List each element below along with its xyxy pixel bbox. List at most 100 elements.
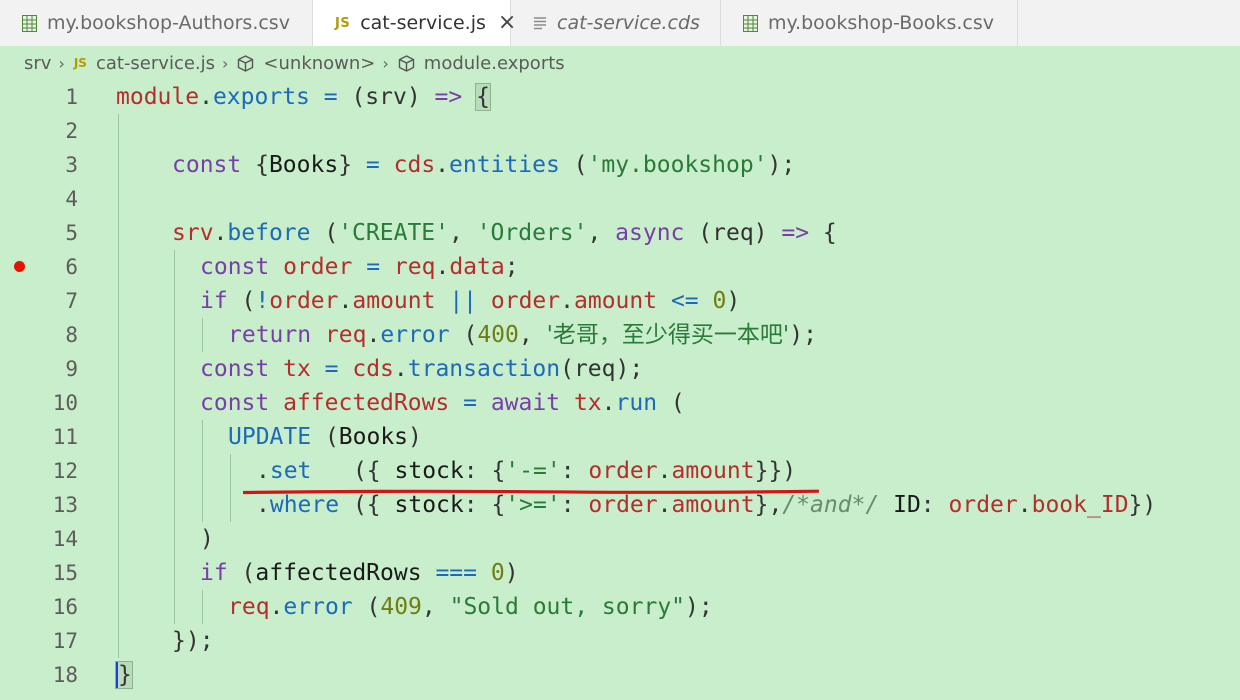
code-text: if (affectedRows === 0) bbox=[200, 560, 519, 586]
line-number: 5 bbox=[65, 221, 78, 245]
code-line[interactable]: 18 } bbox=[0, 658, 1240, 692]
indent-guide bbox=[174, 352, 175, 386]
indent-guide bbox=[174, 590, 175, 624]
line-number: 12 bbox=[52, 459, 78, 483]
tab-label: my.bookshop-Authors.csv bbox=[47, 12, 290, 34]
code-line[interactable]: 10 const affectedRows = await tx.run ( bbox=[0, 386, 1240, 420]
line-number: 13 bbox=[52, 493, 78, 517]
indent-guide bbox=[174, 284, 175, 318]
code-line[interactable]: 15 if (affectedRows === 0) bbox=[0, 556, 1240, 590]
code-text: req.error (409, "Sold out, sorry"); bbox=[228, 594, 713, 620]
line-number: 16 bbox=[52, 595, 78, 619]
code-line[interactable]: 5 srv.before ('CREATE', 'Orders', async … bbox=[0, 216, 1240, 250]
cube-icon bbox=[398, 54, 415, 72]
code-text: .set ({ stock: {'-=': order.amount}}) bbox=[256, 458, 797, 484]
code-line[interactable]: 16 req.error (409, "Sold out, sorry"); bbox=[0, 590, 1240, 624]
indent-guide bbox=[174, 522, 175, 556]
red-underline-annotation bbox=[243, 489, 819, 495]
line-number: 14 bbox=[52, 527, 78, 551]
code-line[interactable]: 11 UPDATE (Books) bbox=[0, 420, 1240, 454]
line-number: 17 bbox=[52, 629, 78, 653]
code-text: ) bbox=[200, 526, 214, 552]
cube-icon bbox=[237, 54, 254, 72]
code-text: const affectedRows = await tx.run ( bbox=[200, 390, 685, 416]
code-line[interactable]: 17 }); bbox=[0, 624, 1240, 658]
line-number: 11 bbox=[52, 425, 78, 449]
js-file-icon: JS bbox=[335, 15, 351, 31]
tab-cat-service-cds[interactable]: cat-service.cds bbox=[511, 0, 721, 46]
breadcrumb: srv › JS cat-service.js › <unknown> › mo… bbox=[0, 46, 1240, 80]
line-number: 3 bbox=[65, 153, 78, 177]
indent-guide bbox=[202, 420, 203, 454]
tab-authors-csv[interactable]: my.bookshop-Authors.csv bbox=[0, 0, 313, 46]
indent-guide bbox=[202, 454, 203, 488]
code-line[interactable]: 4 bbox=[0, 182, 1240, 216]
tab-label: cat-service.cds bbox=[557, 12, 700, 34]
code-text: const tx = cds.transaction(req); bbox=[200, 356, 644, 382]
indent-guide bbox=[118, 182, 119, 216]
code-text: const {Books} = cds.entities ('my.booksh… bbox=[172, 152, 796, 178]
breadcrumb-item-module-exports[interactable]: module.exports bbox=[424, 53, 565, 74]
code-line[interactable]: 3 const {Books} = cds.entities ('my.book… bbox=[0, 148, 1240, 182]
indent-guide bbox=[118, 352, 119, 386]
tab-label: cat-service.js bbox=[360, 12, 486, 34]
code-text: return req.error (400, '老哥，至少得买一本吧'); bbox=[228, 322, 817, 348]
indent-guide bbox=[230, 488, 231, 522]
code-line[interactable]: 7 if (!order.amount || order.amount <= 0… bbox=[0, 284, 1240, 318]
indent-guide bbox=[174, 454, 175, 488]
csv-file-icon bbox=[743, 14, 758, 32]
line-number: 7 bbox=[65, 289, 78, 313]
line-number: 6 bbox=[65, 255, 78, 279]
breadcrumb-item-srv[interactable]: srv bbox=[24, 53, 51, 74]
line-number: 1 bbox=[65, 85, 78, 109]
chevron-right-icon: › bbox=[382, 53, 389, 73]
csv-file-icon bbox=[22, 14, 37, 32]
indent-guide bbox=[202, 488, 203, 522]
text-cursor: } bbox=[115, 661, 133, 689]
indent-guide bbox=[118, 454, 119, 488]
code-line[interactable]: 14 ) bbox=[0, 522, 1240, 556]
code-line[interactable]: 9 const tx = cds.transaction(req); bbox=[0, 352, 1240, 386]
indent-guide bbox=[118, 590, 119, 624]
indent-guide bbox=[118, 318, 119, 352]
code-text: }); bbox=[172, 628, 214, 654]
code-line[interactable]: 6 const order = req.data; bbox=[0, 250, 1240, 284]
code-line[interactable]: 2 bbox=[0, 114, 1240, 148]
breakpoint-icon[interactable] bbox=[14, 261, 25, 272]
indent-guide bbox=[202, 590, 203, 624]
indent-guide bbox=[118, 624, 119, 658]
code-text: UPDATE (Books) bbox=[228, 424, 422, 450]
chevron-right-icon: › bbox=[58, 53, 65, 73]
code-line[interactable]: 8 return req.error (400, '老哥，至少得买一本吧'); bbox=[0, 318, 1240, 352]
tab-books-csv[interactable]: my.bookshop-Books.csv bbox=[721, 0, 1018, 46]
indent-guide bbox=[174, 386, 175, 420]
code-text: const order = req.data; bbox=[200, 254, 519, 280]
line-number: 4 bbox=[65, 187, 78, 211]
line-number: 10 bbox=[52, 391, 78, 415]
indent-guide bbox=[118, 250, 119, 284]
line-number: 9 bbox=[65, 357, 78, 381]
indent-guide bbox=[174, 420, 175, 454]
indent-guide bbox=[118, 114, 119, 148]
line-number: 8 bbox=[65, 323, 78, 347]
chevron-right-icon: › bbox=[222, 53, 229, 73]
line-number: 2 bbox=[65, 119, 78, 143]
code-editor[interactable]: 1 module.exports = (srv) => { 2 3 const … bbox=[0, 80, 1240, 700]
code-text: if (!order.amount || order.amount <= 0) bbox=[200, 288, 741, 314]
breadcrumb-item-unknown[interactable]: <unknown> bbox=[263, 53, 375, 74]
tab-cat-service-js[interactable]: JS cat-service.js × bbox=[313, 0, 516, 46]
indent-guide bbox=[174, 488, 175, 522]
line-number: 18 bbox=[52, 663, 78, 687]
breadcrumb-item-file[interactable]: cat-service.js bbox=[96, 53, 215, 74]
indent-guide bbox=[202, 318, 203, 352]
indent-guide bbox=[118, 488, 119, 522]
code-text: } bbox=[115, 658, 133, 692]
editor-tab-bar: my.bookshop-Authors.csv JS cat-service.j… bbox=[0, 0, 1240, 46]
indent-guide bbox=[174, 318, 175, 352]
code-line[interactable]: 12 .set ({ stock: {'-=': order.amount}}) bbox=[0, 454, 1240, 488]
indent-guide bbox=[118, 386, 119, 420]
indent-guide bbox=[118, 148, 119, 182]
code-text: srv.before ('CREATE', 'Orders', async (r… bbox=[172, 220, 837, 246]
indent-guide bbox=[174, 250, 175, 284]
code-line[interactable]: 1 module.exports = (srv) => { bbox=[0, 80, 1240, 114]
